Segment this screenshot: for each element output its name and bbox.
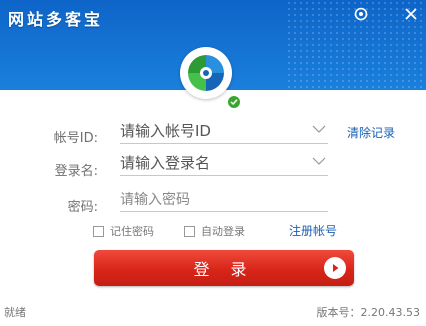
- remember-password-label: 记住密码: [110, 225, 154, 238]
- login-name-input[interactable]: [120, 154, 328, 172]
- auto-login-label: 自动登录: [201, 225, 245, 238]
- auto-login-checkbox[interactable]: [184, 225, 195, 237]
- chevron-down-icon[interactable]: [312, 123, 326, 135]
- account-id-input[interactable]: [120, 122, 328, 140]
- app-logo: [180, 47, 232, 99]
- login-button[interactable]: 登 录: [94, 250, 354, 286]
- clear-records-link[interactable]: 清除记录: [347, 124, 395, 141]
- auto-login-option[interactable]: 自动登录: [184, 223, 245, 239]
- login-name-label: 登录名:: [54, 164, 98, 179]
- password-label: 密码:: [67, 200, 98, 215]
- play-icon: [324, 257, 346, 279]
- login-button-label: 登 录: [193, 260, 255, 279]
- remember-password-option[interactable]: 记住密码: [93, 223, 154, 239]
- version-text: 版本号：2.20.43.53: [316, 306, 420, 319]
- password-field[interactable]: [120, 187, 328, 212]
- app-title: 网站多客宝: [8, 10, 104, 29]
- login-name-field[interactable]: [120, 151, 328, 176]
- settings-icon[interactable]: [353, 6, 369, 22]
- status-text: 就绪: [4, 306, 26, 319]
- account-id-field[interactable]: [120, 119, 328, 144]
- password-input[interactable]: [120, 190, 328, 208]
- account-id-label: 帐号ID:: [53, 131, 98, 146]
- remember-password-checkbox[interactable]: [93, 225, 104, 237]
- close-icon[interactable]: [403, 6, 419, 22]
- register-link[interactable]: 注册帐号: [289, 222, 337, 239]
- check-icon: [227, 95, 241, 109]
- chevron-down-icon[interactable]: [312, 155, 326, 167]
